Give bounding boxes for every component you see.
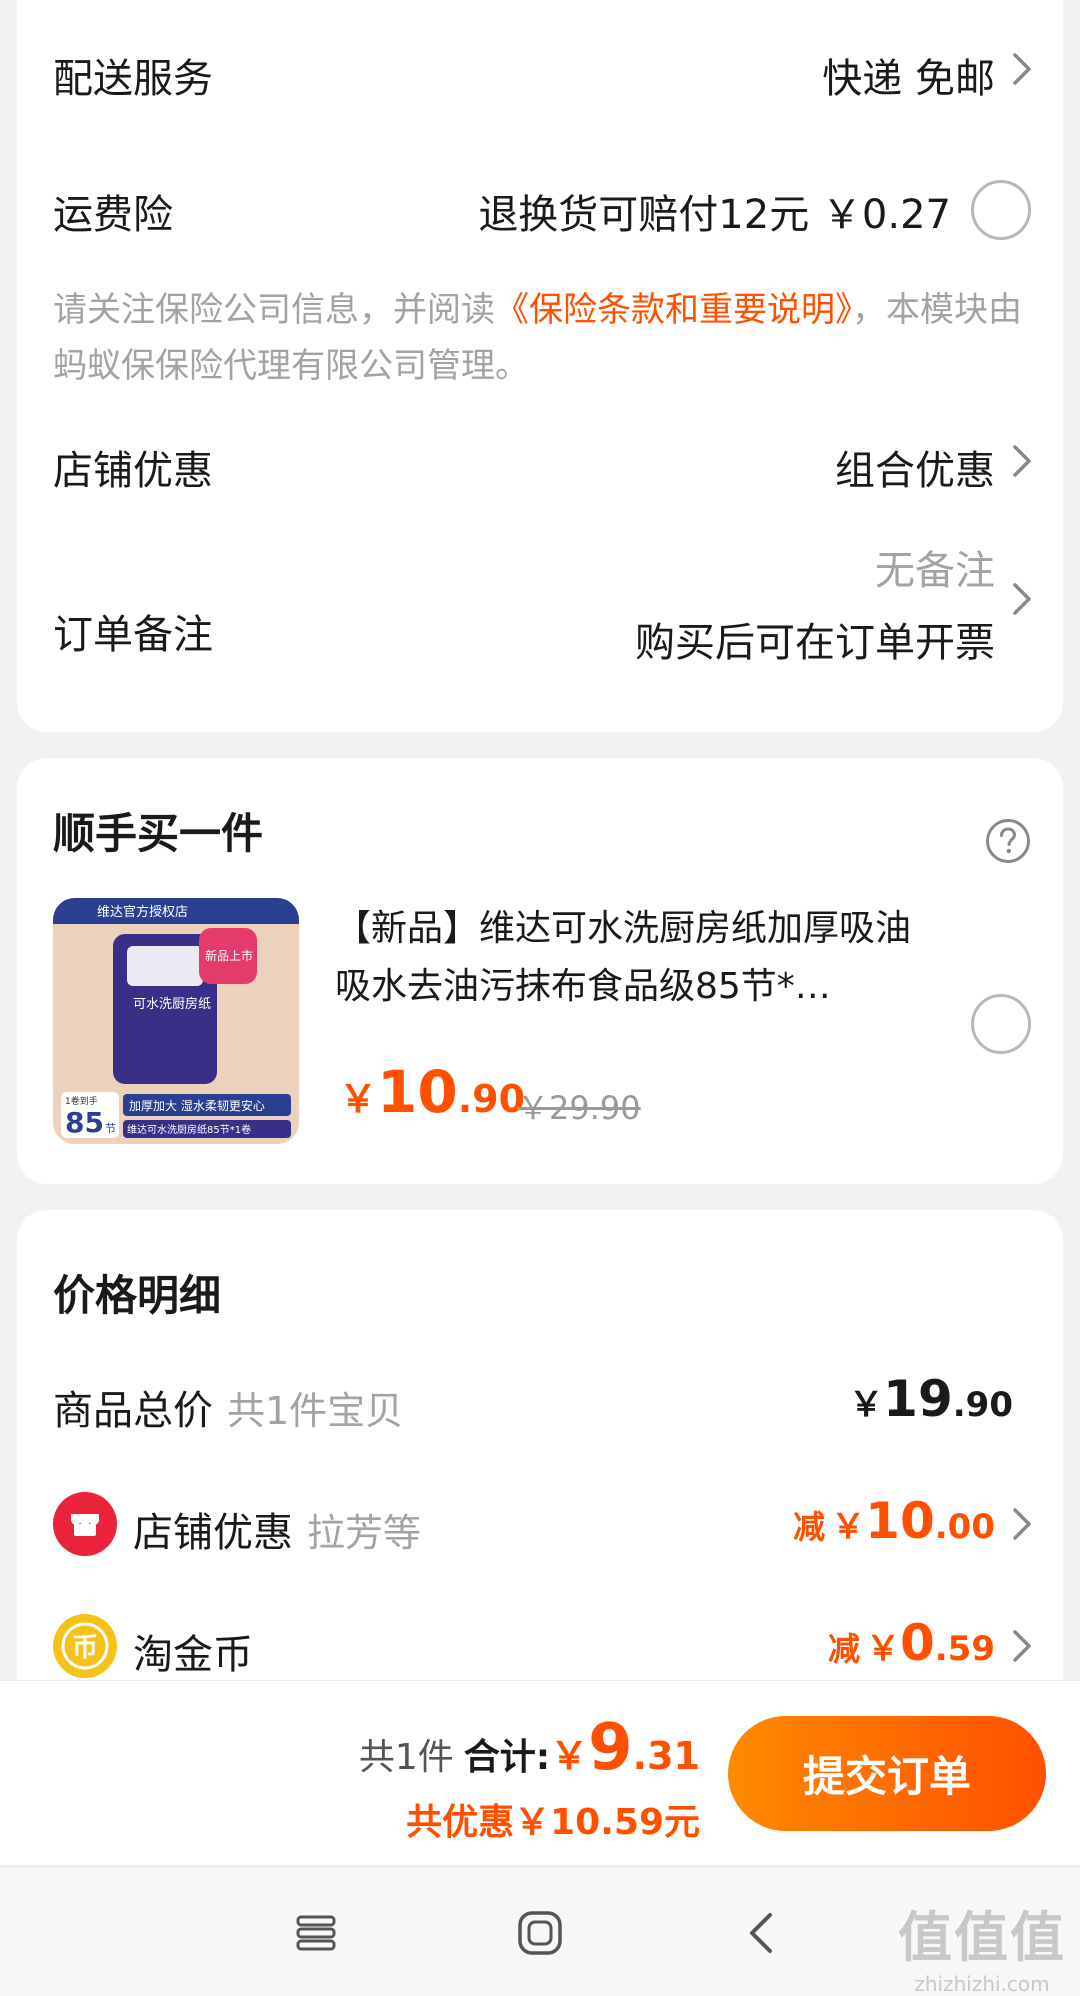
addon-title: 顺手买一件 [53,809,264,858]
goods-total-label: 商品总价 共1件宝贝 [53,1378,403,1436]
submit-order-button[interactable]: 提交订单 [728,1716,1046,1831]
product-title[interactable]: 【新品】维达可水洗厨房纸加厚吸油吸水去油污抹布食品级85节*… [335,900,935,1016]
image-banner: 加厚加大 湿水柔韧更安心 [129,1098,265,1113]
shipping-insurance-value: 退换货可赔付12元 ￥0.27 [478,192,951,238]
gold-coin-label: 淘金币 [133,1632,253,1678]
total-line: 共1件 合计:￥9.31 [359,1711,700,1785]
watermark: 值值值 zhizhizhi.com [898,1893,1066,1996]
system-nav-bar: 值值值 zhizhizhi.com [0,1866,1080,1996]
delivery-value: 快递 免邮 [822,56,995,102]
store-discount-amount: 减 ￥10.00 [793,1492,995,1550]
price-detail-title: 价格明细 [53,1271,222,1320]
goods-total-dec: .90 [952,1385,1013,1425]
total-label: 合计: [463,1737,551,1778]
coin-icon: 币 [53,1614,117,1678]
total-int: 9 [588,1711,633,1785]
back-icon[interactable] [736,1905,792,1961]
image-shop-text: 维达官方授权店 [97,904,188,920]
price-currency: ￥ [339,1077,378,1121]
chevron-right-icon [1011,444,1033,478]
chevron-right-icon [1011,1629,1033,1663]
store-discount-int: 10 [865,1492,935,1550]
gold-coin-cur: ￥ [865,1629,900,1669]
total-dec: .31 [632,1734,700,1778]
image-tag-text: 新品上市 [205,948,253,963]
watermark-main: 值值值 [898,1906,1066,1969]
gold-coin-dec: .59 [934,1629,995,1669]
menu-icon[interactable] [288,1905,344,1961]
insurance-note-prefix: 请关注保险公司信息，并阅读 [53,290,495,330]
store-discount-prefix: 减 [793,1508,826,1546]
insurance-terms-link[interactable]: 《保险条款和重要说明》 [495,290,852,330]
store-discount-dec: .00 [934,1507,995,1547]
insurance-note: 请关注保险公司信息，并阅读《保险条款和重要说明》，本模块由蚂蚁保保险代理有限公司… [53,282,1043,394]
store-icon [53,1492,117,1556]
home-icon[interactable] [512,1905,568,1961]
gold-coin-amount: 减 ￥0.59 [828,1614,995,1672]
addon-select-radio[interactable] [971,994,1031,1054]
store-discount-detail-label: 店铺优惠 拉芳等 [133,1500,421,1558]
goods-total-amount: ￥19.90 [849,1370,1013,1428]
image-bottom: 维达可水洗厨房纸85节*1卷 [127,1123,251,1136]
checkout-bar: 共1件 合计:￥9.31 共优惠￥10.59元 提交订单 [0,1680,1080,1865]
image-count: 85 [65,1106,104,1139]
store-discount-label: 店铺优惠 [53,448,213,494]
total-currency: ￥ [550,1734,589,1778]
product-price: ￥10.90 [339,1058,525,1126]
goods-total-label-text: 商品总价 [53,1388,213,1434]
shipping-insurance-label: 运费险 [53,192,173,238]
question-circle-icon[interactable] [985,818,1031,864]
store-discount-detail-text: 店铺优惠 [133,1510,293,1556]
shipping-insurance-radio[interactable] [971,180,1031,240]
watermark-sub: zhizhizhi.com [914,1972,1050,1996]
product-image[interactable]: 维达官方授权店 可水洗厨房纸 新品上市 1卷到手 85 节 加厚加大 湿水柔韧更… [53,898,299,1144]
chevron-right-icon [1011,1507,1033,1541]
image-pack-text: 可水洗厨房纸 [133,996,211,1012]
store-discount-value: 组合优惠 [835,448,995,494]
gold-coin-int: 0 [899,1614,935,1672]
original-price: ￥29.90 [517,1089,641,1127]
store-discount-cur: ￥ [831,1507,866,1547]
delivery-label: 配送服务 [53,56,213,102]
order-options-card: 配送服务 快递 免邮 运费险 退换货可赔付12元 ￥0.27 请关注保险公司信息… [17,0,1063,732]
gold-coin-prefix: 减 [827,1630,860,1668]
goods-total-int: 19 [883,1370,953,1428]
price-detail-card: 价格明细 商品总价 共1件宝贝 ￥19.90 店铺优惠 拉芳等 减 ￥10.00 币 … [17,1210,1063,1680]
svg-text:币: 币 [72,1633,98,1663]
goods-count: 共1件宝贝 [227,1389,404,1433]
item-count: 共1件 [358,1737,454,1778]
image-count-unit: 节 [105,1122,116,1135]
addon-card: 顺手买一件 维达官方授权店 可水洗厨房纸 新品上市 1卷到手 85 节 加厚加大… [17,758,1063,1184]
goods-total-cur: ￥ [849,1385,884,1425]
order-note-value: 无备注 [875,548,995,594]
price-int: 10 [377,1058,458,1126]
order-note-label: 订单备注 [53,612,213,658]
price-dec: .90 [457,1077,526,1121]
store-discount-detail-sub: 拉芳等 [307,1511,422,1555]
invoice-hint: 购买后可在订单开票 [635,620,995,666]
saved-amount: 共优惠￥10.59元 [406,1802,700,1843]
chevron-right-icon [1011,582,1033,616]
chevron-right-icon [1011,52,1033,86]
